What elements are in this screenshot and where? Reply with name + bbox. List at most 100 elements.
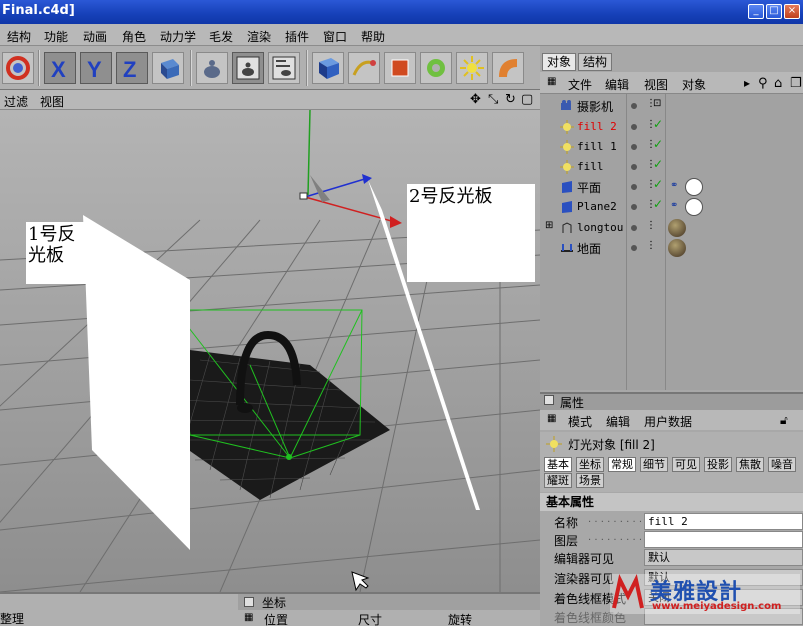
y-axis-button[interactable]: Y	[80, 52, 112, 84]
om-menu-file[interactable]: 文件	[568, 76, 592, 93]
drag-handle-icon[interactable]: ▦	[547, 413, 556, 424]
texture-tag-icon[interactable]: ⚭	[670, 200, 678, 211]
menu-character[interactable]: 角色	[122, 28, 146, 45]
menu-structure[interactable]: 结构	[7, 28, 31, 45]
search-icon[interactable]: ⚲	[758, 76, 768, 91]
material-tag-icon[interactable]	[668, 239, 686, 257]
deformer-button[interactable]	[492, 52, 524, 84]
enabled-check-icon[interactable]: ✓	[653, 157, 663, 171]
list-item[interactable]: 地面 ⋮	[540, 238, 803, 258]
viewport-maximize-icon[interactable]: ▢	[521, 92, 533, 107]
visibility-toggle[interactable]: ⋮	[646, 240, 656, 251]
new-window-icon[interactable]: ❐	[790, 76, 802, 91]
enabled-check-icon[interactable]: ✓	[653, 197, 663, 211]
menu-window[interactable]: 窗口	[323, 28, 347, 45]
enabled-check-icon[interactable]: ✓	[653, 177, 663, 191]
drag-handle-icon[interactable]: ▦	[244, 612, 253, 623]
menu-help[interactable]: 帮助	[361, 28, 385, 45]
render-picture-viewer-button[interactable]	[232, 52, 264, 84]
name-field[interactable]: fill 2	[644, 513, 803, 530]
list-item[interactable]: 摄影机 ⋮ ⊡	[540, 96, 803, 116]
om-menu-edit[interactable]: 编辑	[605, 76, 629, 93]
3d-viewport[interactable]: 1号反 光板 2号反光板	[0, 110, 540, 592]
y-axis-icon: Y	[87, 57, 102, 82]
viewport-move-icon[interactable]: ✥	[470, 92, 481, 107]
spline-tool-button[interactable]	[348, 52, 380, 84]
object-list: 摄影机 ⋮ ⊡ fill 2 ⋮ ✓ fill 1 ⋮ ✓ fill ⋮ ✓ 平…	[540, 94, 803, 390]
menu-dynamics[interactable]: 动力学	[160, 28, 196, 45]
tab-caustics[interactable]: 焦散	[736, 457, 764, 472]
modeling-object-button[interactable]	[420, 52, 452, 84]
list-item[interactable]: 平面 ⋮ ✓ ⚭	[540, 177, 803, 197]
z-axis-button[interactable]: Z	[116, 52, 148, 84]
om-menu-more-icon[interactable]: ▸	[744, 76, 750, 90]
editor-visible-select[interactable]: 默认	[644, 549, 803, 566]
undo-refresh-button[interactable]	[2, 52, 34, 84]
list-item[interactable]: Plane2 ⋮ ✓ ⚭	[540, 197, 803, 217]
tab-details[interactable]: 细节	[640, 457, 668, 472]
tab-coord[interactable]: 坐标	[576, 457, 604, 472]
enabled-check-icon[interactable]: ✓	[653, 137, 663, 151]
menu-plugins[interactable]: 插件	[285, 28, 309, 45]
material-tag-icon[interactable]	[685, 198, 703, 216]
tab-shadow[interactable]: 投影	[704, 457, 732, 472]
spline-pen-icon	[352, 60, 376, 76]
scene-object-button[interactable]	[456, 52, 488, 84]
list-item[interactable]: fill 2 ⋮ ✓	[540, 117, 803, 137]
menu-animation[interactable]: 动画	[83, 28, 107, 45]
coordinate-system-button[interactable]	[152, 52, 184, 84]
panel-icon[interactable]	[244, 597, 254, 607]
material-tag-icon[interactable]	[668, 219, 686, 237]
minimize-button[interactable]: _	[748, 4, 764, 19]
x-axis-button[interactable]: X	[44, 52, 76, 84]
viewport-menu-view[interactable]: 视图	[40, 93, 64, 110]
am-menu-mode[interactable]: 模式	[568, 413, 592, 430]
texture-tag-icon[interactable]: ⚭	[670, 180, 678, 191]
camera-tag-icon[interactable]: ⊡	[653, 98, 661, 109]
tab-general[interactable]: 常规	[608, 457, 636, 472]
tab-visible[interactable]: 可见	[672, 457, 700, 472]
floor-icon	[560, 241, 574, 255]
menu-function[interactable]: 功能	[44, 28, 68, 45]
drag-handle-icon[interactable]: ▦	[547, 76, 556, 87]
tab-basic[interactable]: 基本	[544, 457, 572, 472]
z-axis-icon: Z	[123, 57, 136, 82]
menu-hair[interactable]: 毛发	[209, 28, 233, 45]
tab-scene[interactable]: 场景	[576, 473, 604, 488]
render-settings-button[interactable]	[268, 52, 300, 84]
add-cube-button[interactable]	[312, 52, 344, 84]
panel-icon[interactable]	[544, 395, 554, 405]
viewport-rotate-icon[interactable]: ↻	[505, 92, 516, 107]
am-menu-userdata[interactable]: 用户数据	[644, 413, 692, 430]
light-icon	[546, 436, 562, 455]
home-icon[interactable]: ⌂	[774, 76, 782, 91]
expand-icon[interactable]: ⊞	[545, 220, 553, 231]
list-item[interactable]: ⊞ longtou ⋮	[540, 218, 803, 238]
om-menu-view[interactable]: 视图	[644, 76, 668, 93]
list-item[interactable]: fill 1 ⋮ ✓	[540, 137, 803, 157]
am-menu-edit[interactable]: 编辑	[606, 413, 630, 430]
visibility-toggle[interactable]: ⋮	[646, 220, 656, 231]
render-view-button[interactable]	[196, 52, 228, 84]
light-icon	[560, 160, 574, 174]
nurbs-cube-icon	[391, 59, 409, 77]
layer-field[interactable]	[644, 531, 803, 548]
tab-lens-flare[interactable]: 耀斑	[544, 473, 572, 488]
object-name: fill	[577, 160, 604, 173]
enabled-check-icon[interactable]: ✓	[653, 117, 663, 131]
nurbs-button[interactable]	[384, 52, 416, 84]
render-settings-icon	[272, 56, 296, 80]
close-button[interactable]: ×	[784, 4, 800, 19]
viewport-zoom-icon[interactable]: ⤡	[488, 92, 498, 107]
maximize-button[interactable]: □	[766, 4, 782, 19]
menu-render[interactable]: 渲染	[247, 28, 271, 45]
viewport-menu-filter[interactable]: 过滤	[4, 93, 28, 110]
om-menu-object[interactable]: 对象	[682, 76, 706, 93]
material-tag-icon[interactable]	[685, 178, 703, 196]
tab-structure[interactable]: 结构	[578, 53, 613, 71]
main-toolbar: X Y Z	[0, 46, 540, 90]
tab-objects[interactable]: 对象	[542, 53, 577, 71]
list-item[interactable]: fill ⋮ ✓	[540, 157, 803, 177]
tab-noise[interactable]: 噪音	[768, 457, 796, 472]
lock-icon[interactable]: 🔓︎	[780, 413, 788, 428]
